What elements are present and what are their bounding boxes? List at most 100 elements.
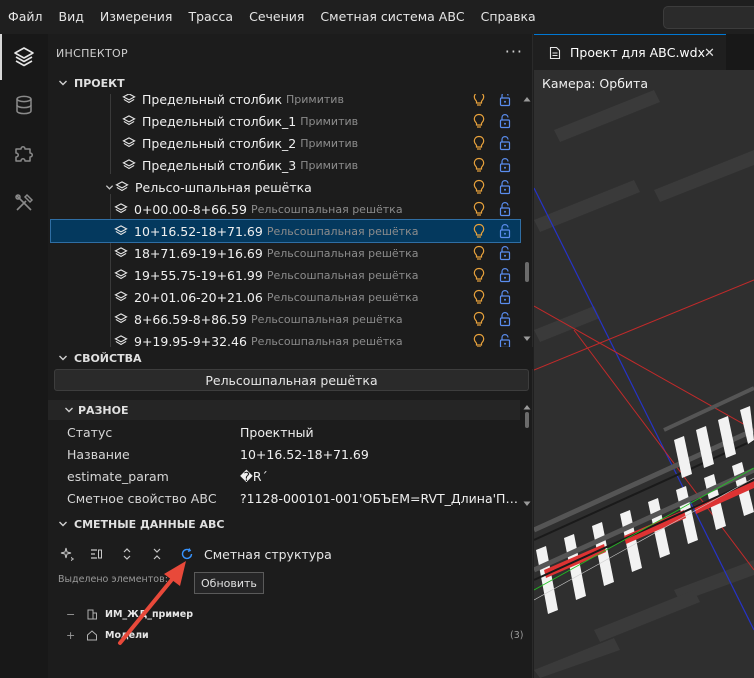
property-row-name[interactable]: Название 10+16.52-18+71.69: [48, 443, 520, 465]
tree-row[interactable]: 9+19.95-9+32.46 Рельсошпальная решётка: [48, 330, 520, 347]
visibility-bulb-icon[interactable]: [472, 113, 486, 129]
menu-help[interactable]: Справка: [473, 0, 544, 34]
lock-icon[interactable]: [498, 113, 512, 129]
editor-area: Проект для АВС.wdx ✕ Камера: Орбита: [534, 34, 754, 678]
tree-row[interactable]: 19+55.75-19+61.99 Рельсошпальная решётка: [48, 264, 520, 286]
activity-extensions-button[interactable]: [0, 130, 48, 176]
chevron-down-icon[interactable]: [103, 183, 115, 192]
property-row-estimate-property[interactable]: Сметное свойство АВС ?1128-000101-001'ОБ…: [48, 487, 520, 509]
file-icon: [549, 46, 561, 59]
tree-row[interactable]: Предельный столбик_1 Примитив: [48, 110, 520, 132]
project-tree-scrollbar[interactable]: [525, 262, 529, 282]
estimate-section-header[interactable]: СМЕТНЫЕ ДАННЫЕ АВС: [48, 513, 533, 535]
visibility-bulb-icon[interactable]: [472, 333, 486, 347]
layer-icon: [114, 224, 130, 238]
estimate-tree-row[interactable]: + Модели (3): [48, 625, 533, 645]
menu-sections[interactable]: Сечения: [241, 0, 312, 34]
lock-icon[interactable]: [498, 201, 512, 217]
lock-icon[interactable]: [498, 223, 512, 239]
layer-icon: [115, 180, 131, 194]
layer-icon: [114, 290, 130, 304]
visibility-bulb-icon[interactable]: [472, 267, 486, 283]
inspector-header: ИНСПЕКТОР ···: [48, 34, 533, 72]
building-icon: [87, 609, 97, 620]
refresh-icon[interactable]: [179, 546, 195, 562]
estimate-toolbar: Сметная структура: [48, 540, 533, 568]
properties-section-header[interactable]: СВОЙСТВА: [48, 347, 533, 369]
lock-icon[interactable]: [498, 157, 512, 173]
estimate-tree-row[interactable]: − ИМ_ЖД_пример: [48, 604, 533, 624]
tree-row[interactable]: 8+66.59-8+86.59 Рельсошпальная решётка: [48, 308, 520, 330]
puzzle-icon: [15, 146, 33, 162]
lock-icon[interactable]: [498, 179, 512, 195]
misc-group-header[interactable]: РАЗНОЕ: [48, 400, 520, 420]
activity-database-button[interactable]: [0, 82, 48, 128]
tree-row[interactable]: Предельный столбик_2 Примитив: [48, 132, 520, 154]
3d-viewport[interactable]: [534, 70, 754, 678]
property-row-status[interactable]: Статус Проектный: [48, 421, 520, 443]
menu-view[interactable]: Вид: [51, 0, 92, 34]
scroll-up-icon[interactable]: [523, 96, 531, 102]
visibility-bulb-icon[interactable]: [472, 289, 486, 305]
more-actions-icon[interactable]: ···: [505, 42, 523, 61]
lock-icon[interactable]: [498, 245, 512, 261]
layer-icon: [122, 114, 138, 128]
layer-icon: [114, 268, 130, 282]
tree-row-group[interactable]: Рельсо-шпальная решётка: [48, 176, 520, 198]
tree-row[interactable]: 20+01.06-20+21.06 Рельсошпальная решётка: [48, 286, 520, 308]
scroll-down-icon[interactable]: [523, 336, 531, 342]
tree-row[interactable]: Предельный столбик Примитив: [48, 94, 520, 110]
collapse-toggle[interactable]: −: [66, 608, 75, 621]
visibility-bulb-icon[interactable]: [472, 223, 486, 239]
tab-project-file[interactable]: Проект для АВС.wdx ✕: [534, 34, 726, 70]
menu-measurements[interactable]: Измерения: [92, 0, 181, 34]
property-row-estimate-param[interactable]: estimate_param �R´: [48, 465, 520, 487]
lock-icon[interactable]: [498, 333, 512, 347]
menu-route[interactable]: Трасса: [180, 0, 241, 34]
lock-icon[interactable]: [498, 267, 512, 283]
visibility-bulb-icon[interactable]: [472, 94, 486, 107]
collapse-all-icon[interactable]: [149, 546, 165, 562]
element-type-button[interactable]: Рельсошпальная решётка: [54, 369, 529, 391]
lock-icon[interactable]: [498, 311, 512, 327]
layer-icon: [114, 202, 130, 216]
camera-mode-label: Камера: Орбита: [542, 76, 648, 91]
tree-row[interactable]: Предельный столбик_3 Примитив: [48, 154, 520, 176]
close-icon[interactable]: ✕: [704, 46, 715, 61]
lock-icon[interactable]: [498, 135, 512, 151]
tree-row[interactable]: 18+71.69-19+16.69 Рельсошпальная решётка: [48, 242, 520, 264]
command-search-box[interactable]: [663, 6, 754, 29]
activity-bar: [0, 34, 48, 678]
lock-icon[interactable]: [498, 94, 512, 107]
project-section-header[interactable]: ПРОЕКТ: [48, 72, 533, 94]
properties-section-title: СВОЙСТВА: [74, 351, 142, 365]
expand-all-icon[interactable]: [119, 546, 135, 562]
scroll-down-icon[interactable]: [523, 501, 531, 507]
visibility-bulb-icon[interactable]: [472, 157, 486, 173]
layer-icon: [114, 312, 130, 326]
tree-row[interactable]: 0+00.00-8+66.59 Рельсошпальная решётка: [48, 198, 520, 220]
filter-list-icon[interactable]: [88, 546, 104, 562]
activity-inspector-button[interactable]: [0, 34, 48, 80]
expand-toggle[interactable]: +: [66, 629, 75, 642]
properties-scrollbar[interactable]: [525, 412, 529, 428]
layer-icon: [122, 136, 138, 150]
activity-tools-button[interactable]: [0, 180, 48, 226]
menu-file[interactable]: Файл: [0, 0, 51, 34]
visibility-bulb-icon[interactable]: [472, 201, 486, 217]
visibility-bulb-icon[interactable]: [472, 179, 486, 195]
inspector-title: ИНСПЕКТОР: [56, 46, 128, 60]
chevron-down-icon: [64, 405, 74, 415]
lock-icon[interactable]: [498, 289, 512, 305]
inspector-panel: ИНСПЕКТОР ··· ПРОЕКТ Предельный столбик П…: [48, 34, 533, 678]
visibility-bulb-icon[interactable]: [472, 311, 486, 327]
estimate-section-title: СМЕТНЫЕ ДАННЫЕ АВС: [74, 517, 225, 531]
scroll-up-icon[interactable]: [523, 404, 531, 410]
menu-estimate-system[interactable]: Сметная система АВС: [312, 0, 472, 34]
visibility-bulb-icon[interactable]: [472, 245, 486, 261]
layer-icon: [122, 158, 138, 172]
tree-row-selected[interactable]: 10+16.52-18+71.69 Рельсошпальная решётка: [50, 219, 521, 243]
sparkle-icon[interactable]: [59, 546, 75, 562]
estimate-tree: − ИМ_ЖД_пример + Модели (3): [48, 594, 533, 678]
visibility-bulb-icon[interactable]: [472, 135, 486, 151]
